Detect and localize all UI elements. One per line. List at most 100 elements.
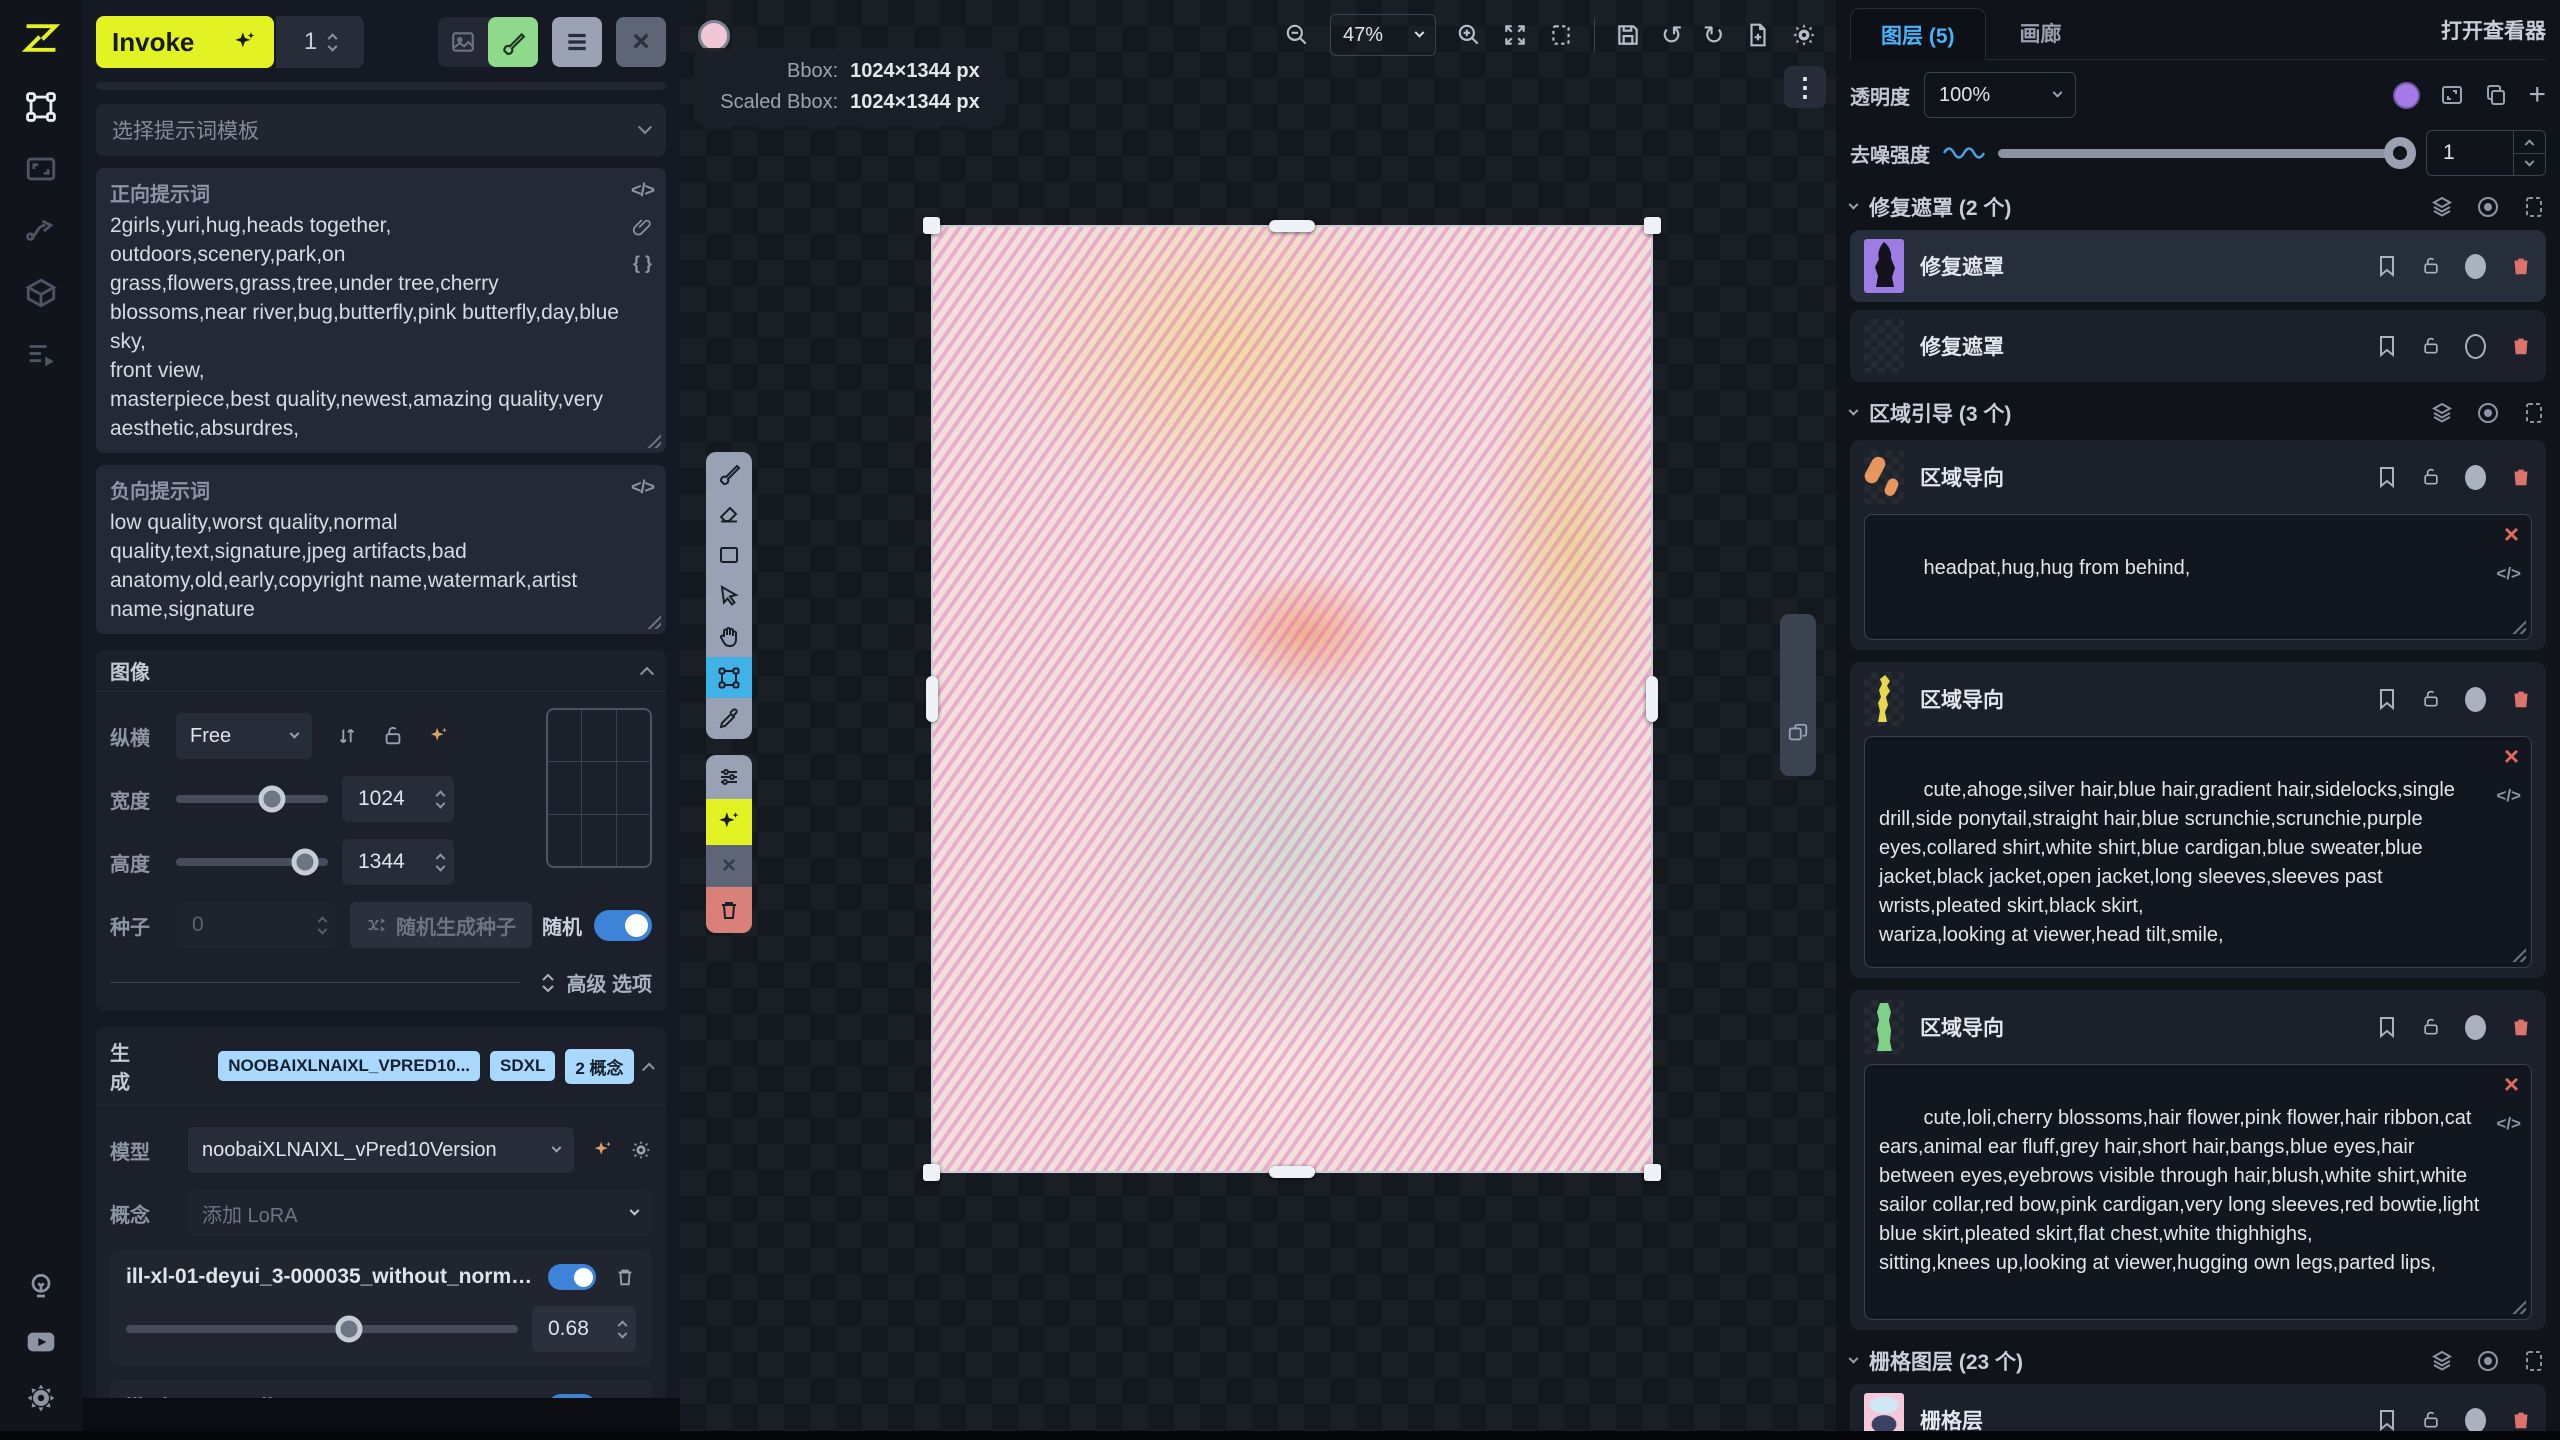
delete-tool[interactable]: [706, 887, 752, 933]
canvas-menu-button[interactable]: ⋮: [1784, 66, 1826, 108]
pan-hand-tool[interactable]: [706, 616, 752, 657]
select-tool[interactable]: [706, 575, 752, 616]
fit-to-view-icon[interactable]: [1502, 22, 1528, 48]
invoke-button[interactable]: Invoke: [96, 16, 274, 68]
regional-guidance-row[interactable]: 区域导向 cute,ahoge,silver hair,blue hair,gr…: [1850, 662, 2546, 978]
settings-gear-icon[interactable]: [0, 1370, 82, 1426]
delete-layer-icon[interactable]: [2510, 466, 2532, 488]
inpaint-mask-row[interactable]: 修复遮罩: [1850, 310, 2546, 382]
zoom-level-select[interactable]: 47%: [1330, 14, 1436, 56]
sidebar-item-upscale[interactable]: [0, 138, 82, 200]
duplicate-layer-icon[interactable]: [2484, 83, 2508, 107]
random-seed-toggle[interactable]: [594, 910, 652, 941]
mask-fill-icon[interactable]: [2465, 1015, 2486, 1040]
mask-fill-icon[interactable]: [2465, 254, 2486, 279]
visibility-eye-icon[interactable]: [2476, 195, 2500, 219]
sidebar-item-workflows[interactable]: [0, 200, 82, 262]
lock-icon[interactable]: [2421, 335, 2441, 357]
bbox-handle-w[interactable]: [926, 676, 938, 722]
queue-count-arrows[interactable]: [329, 32, 336, 53]
visibility-eye-icon[interactable]: [2476, 1349, 2500, 1373]
queue-count-stepper[interactable]: 1: [276, 16, 364, 68]
bookmark-icon[interactable]: [2377, 255, 2397, 277]
image-section-header[interactable]: 图像: [96, 650, 666, 692]
lora-weight-slider[interactable]: [126, 1325, 518, 1333]
bbox-handle-s[interactable]: [1269, 1166, 1315, 1178]
code-icon[interactable]: </>: [2496, 781, 2521, 810]
lock-icon[interactable]: [2421, 466, 2441, 488]
delete-lora-icon[interactable]: [614, 1266, 636, 1288]
code-icon[interactable]: </>: [631, 180, 654, 201]
bookmark-icon[interactable]: [2377, 1016, 2397, 1038]
optimize-size-sparkle-icon[interactable]: [428, 725, 450, 747]
mask-fill-icon[interactable]: [2465, 687, 2486, 712]
undo-icon[interactable]: ↺: [1661, 22, 1683, 48]
zoom-out-icon[interactable]: [1284, 22, 1310, 48]
bbox-handle-nw[interactable]: [923, 217, 940, 234]
canvas-settings-gear-icon[interactable]: [1791, 22, 1817, 48]
fit-bbox-icon[interactable]: [1548, 22, 1574, 48]
cancel-tool[interactable]: ×: [706, 845, 752, 887]
resize-handle[interactable]: [2510, 1298, 2526, 1314]
aspect-ratio-select[interactable]: Free: [176, 713, 312, 759]
generation-section-header[interactable]: 生成 NOOBAIXLNAIXL_VPRED10... SDXL 2 概念: [96, 1027, 666, 1106]
redo-icon[interactable]: ↻: [1703, 22, 1725, 48]
open-viewer-button[interactable]: 打开查看器: [2441, 15, 2546, 59]
paperclip-icon[interactable]: [632, 217, 652, 237]
regional-prompt-textarea[interactable]: cute,loli,cherry blossoms,hair flower,pi…: [1864, 1064, 2532, 1320]
frame-select-icon[interactable]: [2522, 195, 2546, 219]
canvas-brush-mode-button[interactable]: [488, 17, 538, 67]
denoise-steppers[interactable]: [2513, 131, 2545, 175]
code-icon[interactable]: </>: [2496, 559, 2521, 588]
tab-gallery[interactable]: 画廊: [1986, 7, 2096, 59]
opacity-select[interactable]: 100%: [1924, 72, 2076, 118]
mask-fill-icon[interactable]: [2465, 1408, 2486, 1433]
bbox-handle-ne[interactable]: [1644, 217, 1661, 234]
eyedropper-tool[interactable]: [706, 698, 752, 739]
rectangle-tool[interactable]: [706, 534, 752, 575]
image-advanced-options[interactable]: 高级 选项: [110, 968, 652, 997]
lora-weight-input[interactable]: 0.68: [532, 1306, 636, 1352]
sidebar-item-canvas[interactable]: [0, 76, 82, 138]
frame-select-icon[interactable]: [2522, 1349, 2546, 1373]
resize-handle[interactable]: [2510, 946, 2526, 962]
mask-fill-icon[interactable]: [2465, 465, 2486, 490]
remove-prompt-icon[interactable]: ×: [2504, 521, 2519, 547]
inpaint-mask-section-header[interactable]: 修复遮罩 (2 个): [1850, 192, 2546, 222]
hamburger-menu-button[interactable]: [552, 17, 602, 67]
lock-icon[interactable]: [2421, 1016, 2441, 1038]
invoke-sparkle-tool[interactable]: [706, 799, 752, 845]
resize-handle[interactable]: [2510, 618, 2526, 634]
width-input[interactable]: 1024: [342, 776, 454, 822]
delete-layer-icon[interactable]: [2510, 1409, 2532, 1431]
zoom-in-icon[interactable]: [1456, 22, 1482, 48]
delete-layer-icon[interactable]: [2510, 1016, 2532, 1038]
lock-icon[interactable]: [2421, 255, 2441, 277]
new-canvas-icon[interactable]: [1745, 22, 1771, 48]
merge-layers-icon[interactable]: [2430, 1349, 2454, 1373]
randomize-seed-button[interactable]: 随机生成种子: [350, 902, 532, 948]
delete-layer-icon[interactable]: [2510, 255, 2532, 277]
add-layer-icon[interactable]: +: [2528, 80, 2546, 110]
brush-tool[interactable]: [706, 452, 752, 493]
height-input[interactable]: 1344: [342, 839, 454, 885]
merge-layers-icon[interactable]: [2430, 195, 2454, 219]
visibility-eye-icon[interactable]: [2476, 401, 2500, 425]
frame-select-icon[interactable]: [2522, 401, 2546, 425]
remove-prompt-icon[interactable]: ×: [2504, 743, 2519, 769]
canvas-area[interactable]: Bbox: 1024×1344 px Scaled Bbox: 1024×134…: [680, 0, 1836, 1440]
lora-enabled-toggle[interactable]: [548, 1264, 596, 1290]
bookmark-icon[interactable]: [2377, 688, 2397, 710]
bbox-handle-sw[interactable]: [923, 1164, 940, 1181]
fit-layer-icon[interactable]: [2440, 83, 2464, 107]
positive-prompt-box[interactable]: 正向提示词 2girls,yuri,hug,heads together, ou…: [96, 168, 666, 453]
height-slider[interactable]: [176, 858, 328, 866]
positive-prompt-text[interactable]: 2girls,yuri,hug,heads together, outdoors…: [110, 211, 652, 443]
regional-guidance-section-header[interactable]: 区域引导 (3 个): [1850, 398, 2546, 428]
panel-resize-handle[interactable]: [1780, 614, 1816, 776]
raster-layers-section-header[interactable]: 栅格图层 (23 个): [1850, 1346, 2546, 1376]
regional-guidance-row[interactable]: 区域导向 headpat,hug,hug from behind, × </>: [1850, 440, 2546, 650]
lock-aspect-icon[interactable]: [382, 725, 404, 747]
image-mode-button[interactable]: [438, 17, 488, 67]
delete-lora-icon[interactable]: [614, 1396, 636, 1398]
